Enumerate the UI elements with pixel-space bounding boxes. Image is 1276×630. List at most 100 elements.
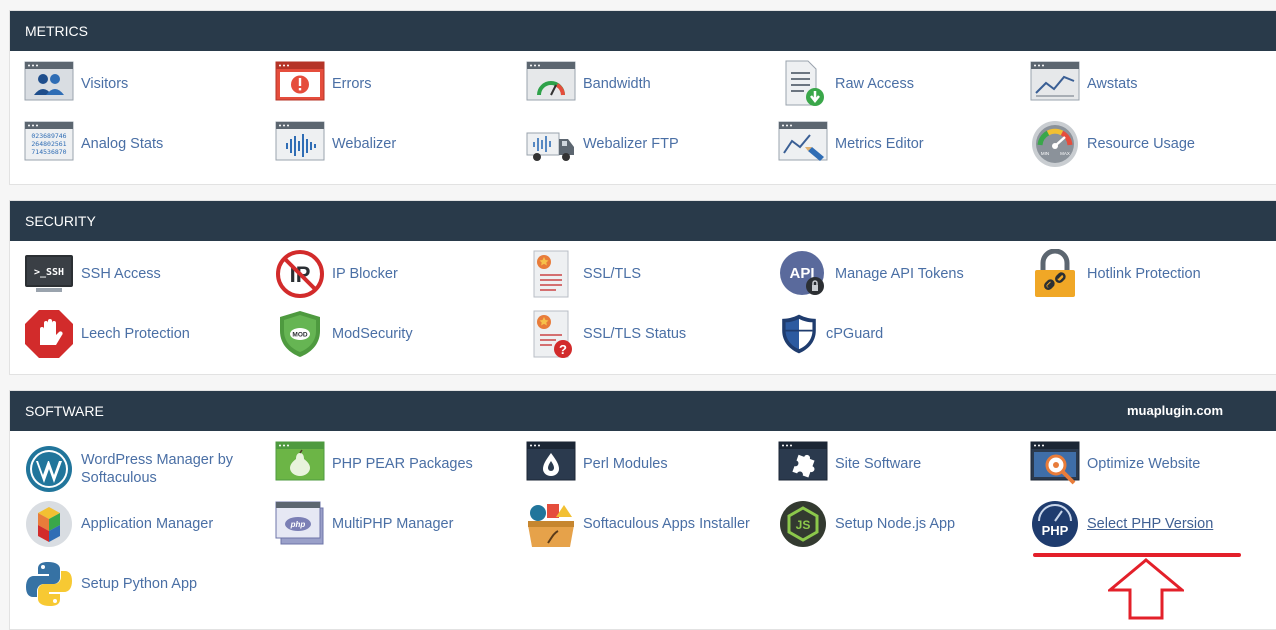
modsecurity-label: ModSecurity [332, 326, 413, 342]
analog-stats-label: Analog Stats [81, 136, 164, 152]
svg-text:MIN: MIN [1041, 151, 1049, 156]
application-manager-label: Application Manager [81, 516, 214, 532]
multiphp-manager-link[interactable]: php MultiPHP Manager [275, 499, 502, 549]
resource-usage-label: Resource Usage [1087, 136, 1195, 152]
ip-blocker-link[interactable]: IP IP Blocker [275, 249, 502, 299]
ssl-tls-label: SSL/TLS [583, 266, 642, 282]
errors-icon [275, 59, 325, 109]
bandwidth-link[interactable]: Bandwidth [526, 59, 753, 109]
api-token-icon: API [778, 249, 828, 299]
cpguard-shield-icon [778, 309, 820, 359]
ssl-certificate-icon [526, 249, 576, 299]
manage-api-tokens-label: Manage API Tokens [835, 266, 964, 282]
leech-protection-label: Leech Protection [81, 326, 190, 342]
svg-text:>_SSH: >_SSH [34, 267, 64, 278]
hotlink-lock-icon [1030, 249, 1080, 299]
awstats-label: Awstats [1087, 76, 1138, 92]
errors-label: Errors [332, 76, 372, 92]
php-pear-packages-label: PHP PEAR Packages [332, 456, 473, 472]
select-php-version-label: Select PHP Version [1087, 516, 1214, 532]
ssh-terminal-icon: >_SSH [24, 249, 74, 299]
select-php-version-link[interactable]: PHP Select PHP Version [1030, 499, 1257, 549]
svg-text:JS: JS [796, 518, 811, 532]
awstats-icon [1030, 59, 1080, 109]
metrics-header: METRICS [10, 11, 1276, 51]
perl-modules-label: Perl Modules [583, 456, 668, 472]
hotlink-protection-link[interactable]: Hotlink Protection [1030, 249, 1257, 299]
svg-text:MAX: MAX [1060, 151, 1070, 156]
analog-stats-link[interactable]: 023689746 264802561 714536870 Analog Stats [24, 119, 251, 169]
bandwidth-icon [526, 59, 576, 109]
software-header: SOFTWARE muaplugin.com [10, 391, 1276, 431]
site-software-link[interactable]: Site Software [778, 439, 1005, 489]
ssh-access-link[interactable]: >_SSH SSH Access [24, 249, 251, 299]
bandwidth-label: Bandwidth [583, 76, 651, 92]
ssh-access-label: SSH Access [81, 266, 161, 282]
webalizer-ftp-label: Webalizer FTP [583, 136, 679, 152]
wordpress-icon [24, 444, 74, 494]
webalizer-label: Webalizer [332, 136, 397, 152]
resource-usage-icon: MIN MAX [1030, 119, 1080, 169]
ssl-tls-status-link[interactable]: ? SSL/TLS Status [526, 309, 753, 359]
cpguard-link[interactable]: cPGuard [778, 309, 898, 359]
hotlink-protection-label: Hotlink Protection [1087, 266, 1201, 282]
ip-blocker-label: IP Blocker [332, 266, 398, 282]
svg-text:714536870: 714536870 [31, 148, 66, 156]
ip-blocker-icon: IP [275, 249, 325, 299]
webalizer-ftp-link[interactable]: Webalizer FTP [526, 119, 753, 169]
raw-access-label: Raw Access [835, 76, 914, 92]
php-pear-icon [275, 439, 325, 489]
multiphp-icon: php [275, 499, 325, 549]
optimize-website-label: Optimize Website [1087, 456, 1201, 472]
site-software-puzzle-icon [778, 439, 828, 489]
security-header: SECURITY [10, 201, 1276, 241]
annotation-underline [1033, 553, 1241, 557]
visitors-label: Visitors [81, 76, 129, 92]
wordpress-manager-label: WordPress Manager by Softaculous [81, 452, 234, 486]
awstats-link[interactable]: Awstats [1030, 59, 1257, 109]
select-php-version-icon: PHP [1030, 499, 1080, 549]
errors-link[interactable]: Errors [275, 59, 502, 109]
visitors-link[interactable]: Visitors [24, 59, 251, 109]
modsecurity-shield-icon: MOD [275, 309, 325, 359]
ssl-status-icon: ? [526, 309, 576, 359]
setup-python-link[interactable]: Setup Python App [24, 559, 251, 609]
software-panel: SOFTWARE muaplugin.com WordPress Manager… [9, 390, 1276, 630]
analog-stats-icon: 023689746 264802561 714536870 [24, 119, 74, 169]
svg-text:264802561: 264802561 [31, 140, 66, 148]
svg-text:php: php [290, 520, 306, 529]
security-panel: SECURITY >_SSH SSH Access IP IP Blocker … [9, 200, 1276, 375]
setup-python-label: Setup Python App [81, 576, 198, 592]
metrics-editor-link[interactable]: Metrics Editor [778, 119, 1005, 169]
manage-api-tokens-link[interactable]: API Manage API Tokens [778, 249, 1005, 299]
setup-nodejs-link[interactable]: JS Setup Node.js App [778, 499, 1005, 549]
svg-text:MOD: MOD [292, 332, 307, 339]
ssl-tls-status-label: SSL/TLS Status [583, 326, 687, 342]
perl-modules-link[interactable]: Perl Modules [526, 439, 753, 489]
wordpress-manager-link[interactable]: WordPress Manager by Softaculous [24, 444, 251, 494]
python-icon [24, 559, 74, 609]
modsecurity-link[interactable]: MOD ModSecurity [275, 309, 502, 359]
metrics-panel: METRICS Visitors Errors Bandwidth Raw Ac… [9, 10, 1276, 185]
leech-hand-icon [24, 309, 74, 359]
setup-nodejs-label: Setup Node.js App [835, 516, 956, 532]
cpguard-label: cPGuard [826, 326, 884, 342]
svg-text:PHP: PHP [1042, 523, 1069, 538]
ssl-tls-link[interactable]: SSL/TLS [526, 249, 753, 299]
site-software-label: Site Software [835, 456, 922, 472]
raw-access-link[interactable]: Raw Access [778, 59, 1005, 109]
leech-protection-link[interactable]: Leech Protection [24, 309, 251, 359]
softaculous-icon [526, 499, 576, 549]
optimize-website-link[interactable]: Optimize Website [1030, 439, 1257, 489]
visitors-icon [24, 59, 74, 109]
perl-modules-icon [526, 439, 576, 489]
resource-usage-link[interactable]: MIN MAX Resource Usage [1030, 119, 1257, 169]
application-manager-link[interactable]: Application Manager [24, 499, 251, 549]
metrics-editor-icon [778, 119, 828, 169]
application-manager-icon [24, 499, 74, 549]
php-pear-packages-link[interactable]: PHP PEAR Packages [275, 439, 502, 489]
softaculous-link[interactable]: Softaculous Apps Installer [526, 499, 753, 549]
softaculous-label: Softaculous Apps Installer [583, 516, 750, 532]
webalizer-link[interactable]: Webalizer [275, 119, 502, 169]
watermark-text: muaplugin.com [1127, 403, 1224, 418]
